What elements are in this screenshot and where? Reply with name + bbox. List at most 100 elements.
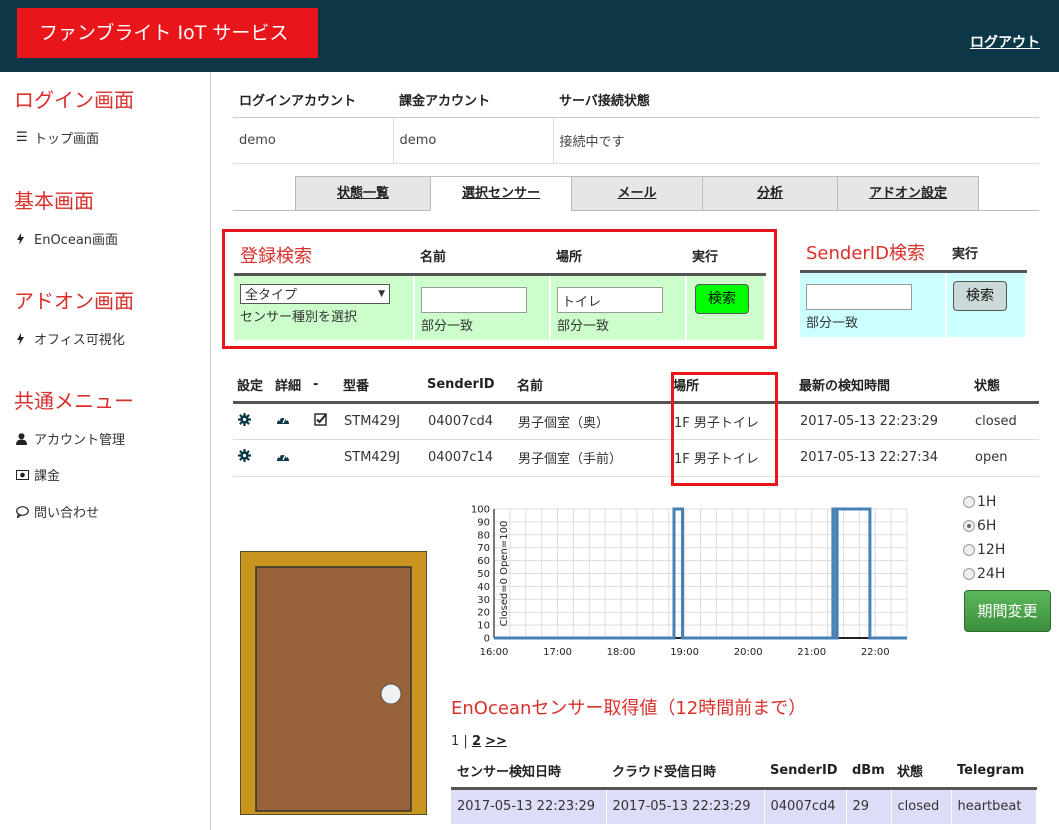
tab-analysis[interactable]: 分析 xyxy=(702,176,838,211)
billing-account-value: demo xyxy=(393,117,554,164)
exec-header: 実行 xyxy=(686,238,765,276)
state-value: closed xyxy=(891,788,952,824)
y-tick-label: 90 xyxy=(477,517,490,528)
y-tick-label: 50 xyxy=(477,569,490,580)
cloud-receive-time: 2017-05-13 22:23:29 xyxy=(606,788,765,824)
account-header: ログインアカウント xyxy=(233,82,393,118)
y-tick-label: 30 xyxy=(477,595,490,606)
col-header-detail: 詳細 xyxy=(271,368,309,404)
tab-bar: 状態一覧 選択センサー メール 分析 アドオン設定 xyxy=(233,176,1039,211)
settings-cell xyxy=(233,439,271,477)
radio-12h[interactable] xyxy=(963,544,975,556)
registration-search-button[interactable]: 検索 xyxy=(695,283,749,314)
tab-addon-settings[interactable]: アドオン設定 xyxy=(837,176,979,211)
door-illustration xyxy=(239,550,428,816)
model-cell: STM429J xyxy=(339,439,423,477)
senderid-search-button[interactable]: 検索 xyxy=(953,280,1007,311)
pager: 1 | 2 >> xyxy=(451,734,507,749)
enocean-values-title: EnOceanセンサー取得値（12時間前まで） xyxy=(451,698,807,719)
sidebar-item-label: EnOcean画面 xyxy=(34,233,119,248)
y-tick-label: 20 xyxy=(477,608,490,619)
sidebar-item-label: 問い合わせ xyxy=(34,506,100,521)
model-cell: STM429J xyxy=(339,402,423,440)
sidebar: ログイン画面 ☰ トップ画面 基本画面 EnOcean画面 アドオン画面 オフィ… xyxy=(0,72,211,830)
senderid-input[interactable] xyxy=(806,283,912,310)
period-option-24h[interactable]: 24H xyxy=(963,562,1043,586)
sensor-row: STM429J 04007cd4 男子個室（奥） 1F 男子トイレ 2017-0… xyxy=(233,402,1039,440)
sidebar-item-contact[interactable]: 問い合わせ xyxy=(16,502,99,521)
account-table: ログインアカウント 課金アカウント サーバ接続状態 demo demo 接続中で… xyxy=(233,82,1039,164)
sidebar-section-common: 共通メニュー xyxy=(14,389,134,413)
sidebar-item-billing[interactable]: 課金 xyxy=(16,465,60,484)
senderid-exec-cell: 検索 xyxy=(946,271,1027,337)
gear-icon[interactable] xyxy=(238,449,251,466)
dbm-value: 29 xyxy=(846,788,892,824)
x-tick-label: 22:00 xyxy=(861,647,890,658)
col-header-check: - xyxy=(309,368,339,404)
pager-next[interactable]: >> xyxy=(485,734,507,749)
senderid-cell: 04007cd4 xyxy=(423,402,513,440)
tab-selected-sensor[interactable]: 選択センサー xyxy=(430,176,572,211)
telegram-value: heartbeat xyxy=(951,788,1037,824)
gear-icon[interactable] xyxy=(238,412,251,430)
radio-1h[interactable] xyxy=(963,496,975,508)
tab-mail[interactable]: メール xyxy=(571,176,703,211)
state-cell: closed xyxy=(970,402,1039,440)
sensor-type-hint: センサー種別を選択 xyxy=(240,309,358,325)
sidebar-section-addon: アドオン画面 xyxy=(14,289,134,313)
radio-6h[interactable] xyxy=(963,520,975,532)
place-hint: 部分一致 xyxy=(557,318,610,334)
state-chart: 0 10 20 30 40 50 60 70 80 90 100 16:00 17:00 18:00 19:… xyxy=(443,492,963,672)
pager-page-2[interactable]: 2 xyxy=(472,734,481,749)
money-icon xyxy=(16,469,34,480)
y-tick-label: 80 xyxy=(477,530,490,541)
account-header: サーバ接続状態 xyxy=(553,82,1039,118)
place-input[interactable]: トイレ xyxy=(557,286,663,313)
detail-cell xyxy=(271,402,309,440)
sidebar-item-label: 課金 xyxy=(34,469,61,484)
comment-icon xyxy=(16,505,34,518)
sidebar-item-office[interactable]: オフィス可視化 xyxy=(16,329,125,348)
brand-logo[interactable]: ファンブライト IoT サービス xyxy=(17,8,318,58)
place-header: 場所 xyxy=(550,238,686,276)
period-option-1h[interactable]: 1H xyxy=(963,490,1043,514)
x-tick-label: 18:00 xyxy=(607,647,636,658)
y-tick-label: 40 xyxy=(477,582,490,593)
account-header: 課金アカウント xyxy=(393,82,553,118)
sidebar-section-basic: 基本画面 xyxy=(14,189,94,213)
period-change-button[interactable]: 期間変更 xyxy=(964,590,1051,632)
period-option-6h[interactable]: 6H xyxy=(963,514,1043,538)
server-status-value: 接続中です xyxy=(553,117,1039,164)
check-cell xyxy=(309,439,339,477)
y-tick-label: 60 xyxy=(477,556,490,567)
name-input[interactable] xyxy=(421,286,527,313)
sidebar-item-account[interactable]: アカウント管理 xyxy=(16,429,125,448)
dashboard-icon[interactable] xyxy=(276,451,290,466)
y-tick-label: 0 xyxy=(484,634,490,645)
logout-link[interactable]: ログアウト xyxy=(970,32,1040,52)
name-cell: 部分一致 xyxy=(414,274,551,340)
senderid-search-title: SenderID検索 xyxy=(800,235,946,273)
sidebar-item-enocean[interactable]: EnOcean画面 xyxy=(16,229,118,248)
x-tick-label: 17:00 xyxy=(543,647,572,658)
exec-cell: 検索 xyxy=(686,274,766,340)
place-cell: トイレ 部分一致 xyxy=(550,274,687,340)
period-option-12h[interactable]: 12H xyxy=(963,538,1043,562)
top-header: ファンブライト IoT サービス ログアウト xyxy=(0,0,1059,72)
place-column-highlight xyxy=(671,372,778,486)
y-tick-label: 70 xyxy=(477,543,490,554)
sensor-detect-time: 2017-05-13 22:23:29 xyxy=(451,788,607,824)
log-header: 状態 xyxy=(891,755,951,790)
table-row: 2017-05-13 22:23:29 2017-05-13 22:23:29 … xyxy=(451,788,1037,824)
radio-24h[interactable] xyxy=(963,568,975,580)
checkbox-checked-icon[interactable] xyxy=(314,412,327,430)
registration-search-title: 登録検索 xyxy=(234,238,414,276)
sidebar-item-top[interactable]: ☰ トップ画面 xyxy=(16,128,99,147)
bolt-icon xyxy=(16,232,34,245)
last-detect-cell: 2017-05-13 22:23:29 xyxy=(795,402,970,440)
tab-status-list[interactable]: 状態一覧 xyxy=(295,176,431,211)
main-content: ログインアカウント 課金アカウント サーバ接続状態 demo demo 接続中で… xyxy=(211,72,1059,830)
sidebar-item-label: オフィス可視化 xyxy=(34,333,125,348)
sensor-type-select[interactable]: 全タイプ ▼ xyxy=(240,283,390,304)
dashboard-icon[interactable] xyxy=(276,414,290,429)
